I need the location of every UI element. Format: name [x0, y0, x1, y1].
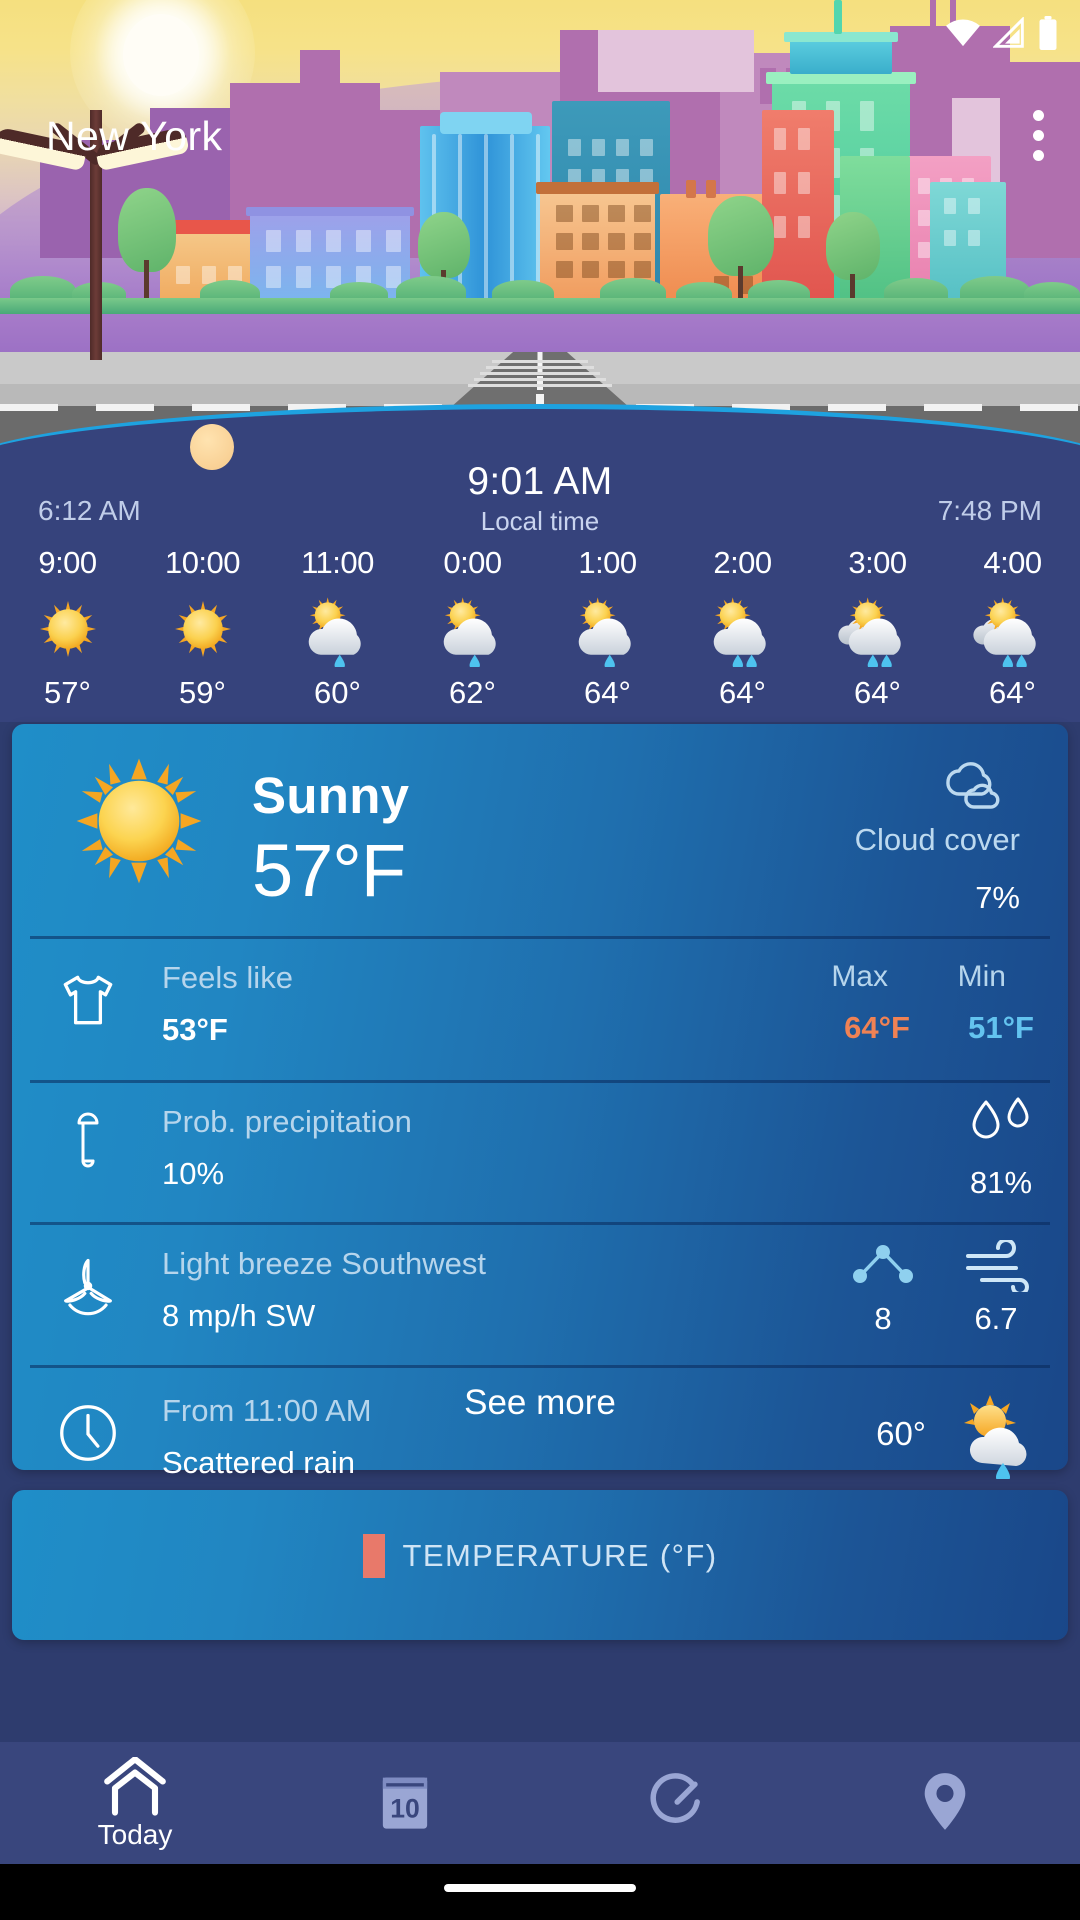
current-condition: Sunny: [252, 767, 410, 824]
hourly-temp: 62°: [449, 675, 496, 710]
nav-item-forecast[interactable]: 10: [270, 1742, 540, 1864]
hourly-time: 0:00: [443, 545, 502, 580]
hourly-item[interactable]: 11:00 60°: [270, 545, 405, 711]
hourly-temp: 57°: [44, 675, 91, 710]
local-time-block: 9:01 AM Local time: [0, 460, 1080, 537]
hourly-weather-icon: [945, 589, 1080, 669]
see-more-button[interactable]: See more: [12, 1335, 1068, 1470]
detail-row-precipitation[interactable]: Prob. precipitation 10% 81%: [12, 1090, 1068, 1223]
current-temperature: 57°F: [252, 829, 406, 912]
temperature-chart-card[interactable]: TEMPERATURE (°F): [12, 1490, 1068, 1640]
hourly-time: 2:00: [713, 545, 772, 580]
hourly-time: 11:00: [301, 545, 374, 580]
hourly-weather-icon: [540, 589, 675, 669]
see-more-label: See more: [464, 1382, 616, 1422]
hourly-item[interactable]: 0:00 62°: [405, 545, 540, 711]
hourly-temp: 64°: [854, 675, 901, 710]
nav-item-places[interactable]: [810, 1742, 1080, 1864]
hourly-item[interactable]: 4:00 64°: [945, 545, 1080, 711]
wind-speed-stat: 6.7: [948, 1238, 1044, 1337]
status-bar: [946, 16, 1058, 55]
hourly-time: 1:00: [578, 545, 637, 580]
wind-label: Light breeze Southwest: [162, 1246, 486, 1281]
overflow-menu-icon[interactable]: [1033, 110, 1044, 161]
wind-lines-icon: [948, 1238, 1044, 1297]
air-quality-value: 8: [874, 1301, 892, 1336]
hourly-weather-icon: [405, 589, 540, 669]
cellular-signal-icon: [992, 16, 1025, 54]
city-buildings: [0, 0, 1080, 306]
hourly-weather-icon: [675, 589, 810, 669]
wifi-icon: [946, 17, 980, 54]
detail-row-feels-like[interactable]: Feels like 53°F Max 64°F Min 51°F: [12, 946, 1068, 1081]
hourly-time: 3:00: [848, 545, 907, 580]
max-label: Max: [831, 960, 888, 993]
hourly-temp: 60°: [314, 675, 361, 710]
bottom-navigation[interactable]: Today 10: [0, 1742, 1080, 1864]
hourly-weather-icon: [135, 589, 270, 669]
hourly-temp: 64°: [584, 675, 631, 710]
max-value: 64°F: [844, 1010, 910, 1045]
gesture-home-bar[interactable]: [444, 1884, 636, 1892]
hourly-time: 4:00: [983, 545, 1042, 580]
hourly-weather-icon: [0, 589, 135, 669]
chart-title: TEMPERATURE (°F): [402, 1538, 718, 1573]
local-time-label: Local time: [480, 506, 600, 536]
nav-item-radar[interactable]: [540, 1742, 810, 1864]
water-drops-icon: [964, 1096, 1038, 1161]
current-time: 9:01 AM: [467, 460, 613, 503]
humidity-value: 81%: [969, 1165, 1033, 1200]
feels-like-label: Feels like: [162, 960, 293, 995]
feels-like-value: 53°F: [162, 1012, 228, 1047]
humidity-stat: 81%: [964, 1096, 1038, 1201]
wind-turbine-icon: [52, 1250, 124, 1322]
hourly-item[interactable]: 1:00 64°: [540, 545, 675, 711]
air-quality-stat: 8: [838, 1240, 928, 1337]
tree: [820, 210, 886, 306]
tshirt-icon: [52, 964, 124, 1036]
nav-label-today: Today: [97, 1819, 173, 1850]
city-name: New York: [46, 113, 223, 159]
battery-icon: [1038, 16, 1058, 55]
hourly-time: 9:00: [38, 545, 97, 580]
hourly-weather-icon: [270, 589, 405, 669]
temperature-legend-swatch: [362, 1534, 385, 1578]
nav-item-today[interactable]: Today: [0, 1742, 270, 1864]
hourly-temp: 64°: [989, 675, 1036, 710]
cloud-cover-value: 7%: [975, 880, 1020, 915]
wind-value: 8 mp/h SW: [162, 1298, 316, 1333]
cloud-outline-icon: [926, 752, 1004, 819]
gesture-nav-area: [0, 1864, 1080, 1920]
location-pin-icon: [916, 1771, 974, 1833]
svg-text:10: 10: [390, 1794, 420, 1824]
precipitation-label: Prob. precipitation: [162, 1104, 412, 1139]
grass-strip: [0, 298, 1080, 314]
hourly-weather-icon: [810, 589, 945, 669]
min-label: Min: [957, 960, 1006, 993]
calendar-10-icon: 10: [373, 1771, 437, 1833]
radar-icon: [642, 1771, 708, 1833]
hourly-item[interactable]: 10:00 59°: [135, 545, 270, 711]
weather-app-screen: 6:12 AM 7:48 PM 9:01 AM Local time 9:00 5…: [0, 0, 1080, 1920]
current-weather-card[interactable]: Sunny 57°F Cloud cover 7% Feels like 53°…: [12, 724, 1068, 1523]
hourly-temp: 59°: [179, 675, 226, 710]
chart-legend: TEMPERATURE (°F): [12, 1534, 1068, 1578]
hourly-item[interactable]: 2:00 64°: [675, 545, 810, 711]
hourly-item[interactable]: 3:00 64°: [810, 545, 945, 711]
air-quality-icon: [838, 1240, 928, 1297]
hourly-temp: 64°: [719, 675, 766, 710]
umbrella-icon: [52, 1108, 124, 1180]
hero-illustration: [0, 0, 1080, 360]
hourly-time: 10:00: [164, 545, 241, 580]
hourly-item[interactable]: 9:00 57°: [0, 545, 135, 711]
wind-speed-value: 6.7: [974, 1301, 1018, 1336]
min-value: 51°F: [968, 1010, 1034, 1045]
precipitation-value: 10%: [162, 1156, 225, 1191]
cloud-cover-label: Cloud cover: [854, 822, 1020, 857]
hourly-forecast-list[interactable]: 9:00 57° 10:00 59° 11:00 60° 0:00 62° 1:00 64° 2:0…: [0, 545, 1080, 711]
current-weather-icon: [74, 756, 204, 891]
home-icon: [100, 1755, 170, 1817]
